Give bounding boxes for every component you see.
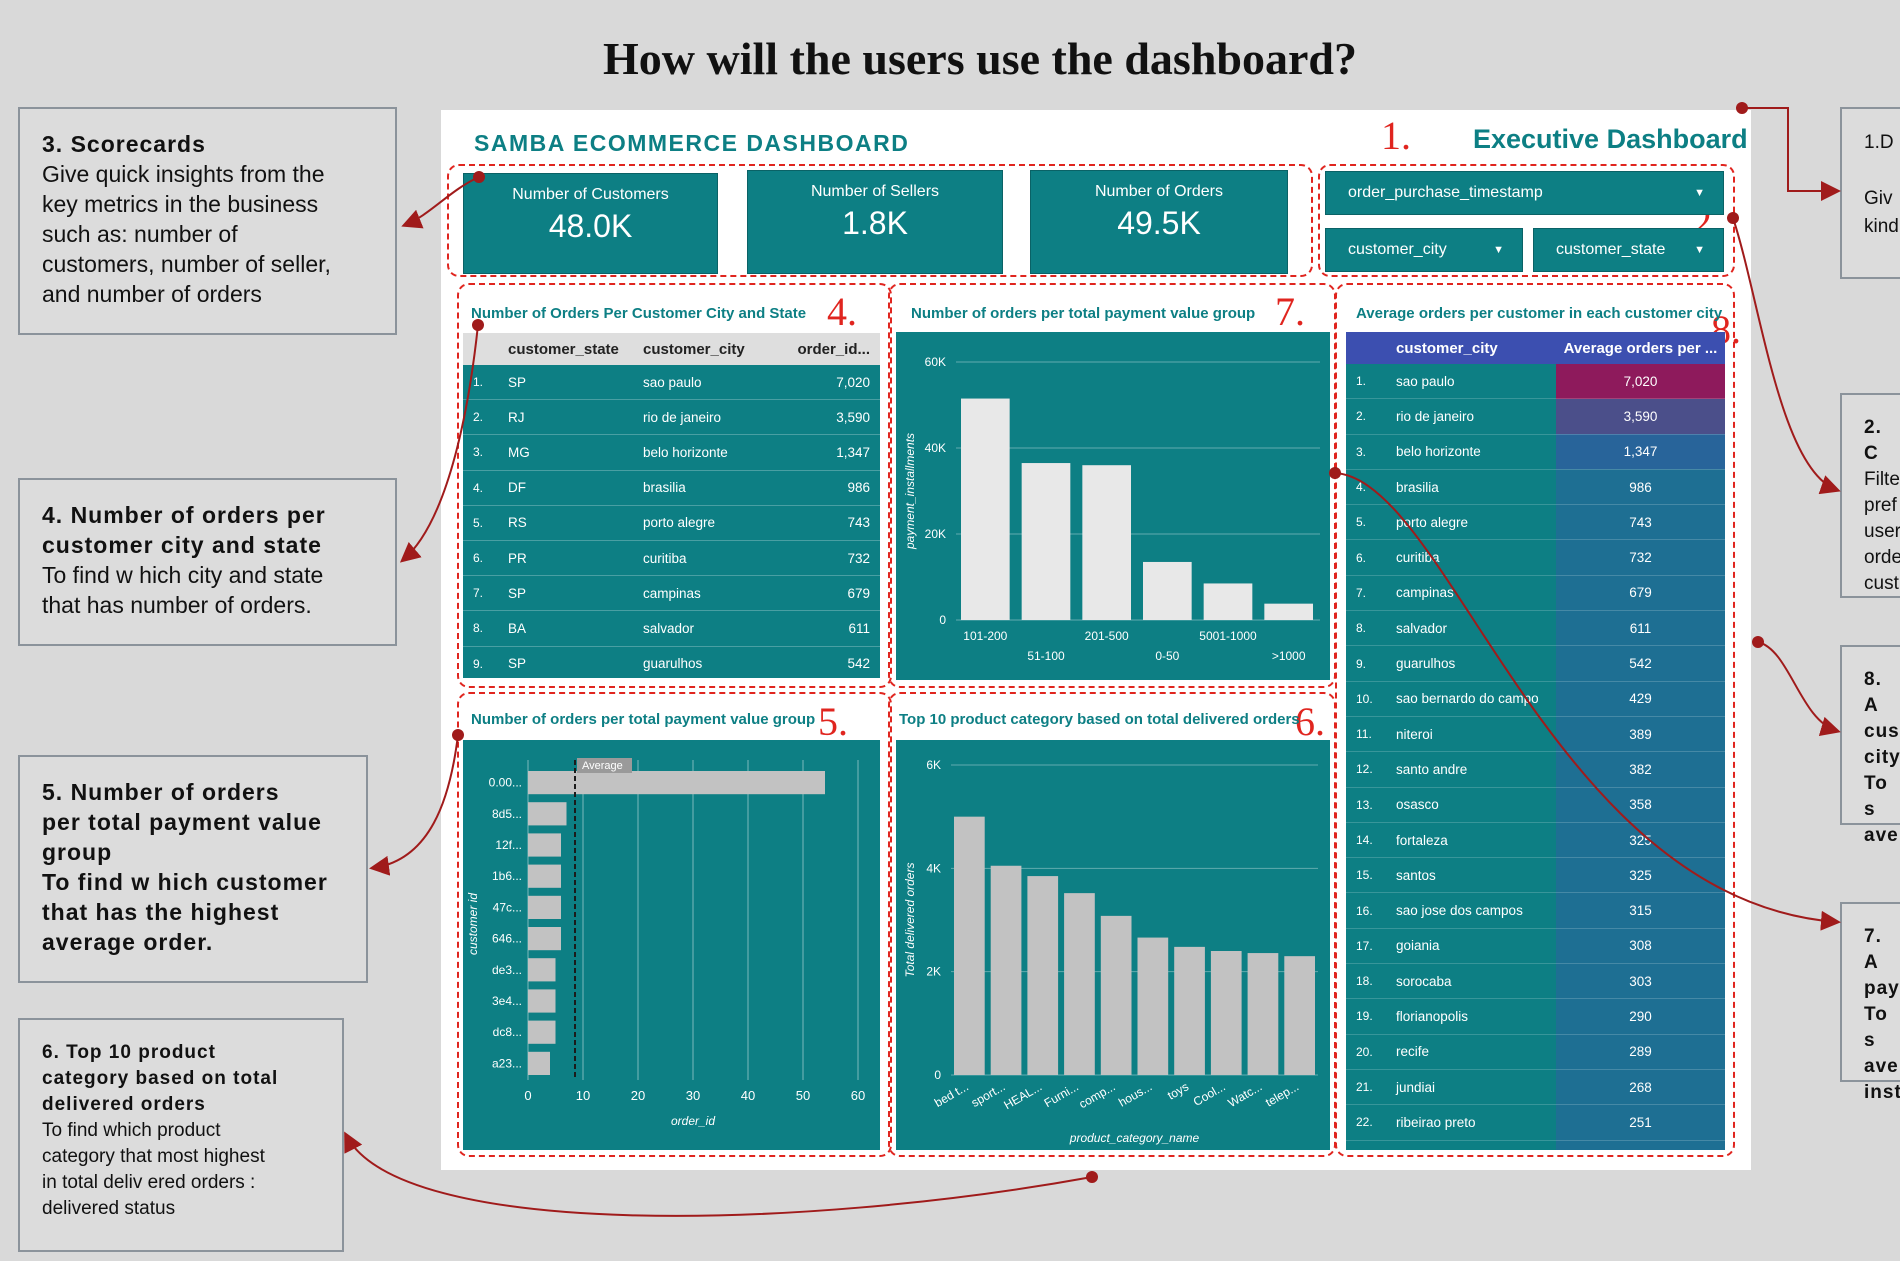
arrow-payment-installments: [1334, 472, 1841, 931]
arrow-top-categories: [344, 1131, 1093, 1217]
arrow-dot: [1752, 636, 1764, 648]
arrow-filters: [1732, 217, 1841, 495]
arrow-avg-orders: [1757, 641, 1841, 736]
arrow-dot: [472, 319, 484, 331]
arrow-dot: [1329, 467, 1341, 479]
arrow-scorecards: [401, 176, 480, 229]
arrow-dot: [1727, 212, 1739, 224]
arrow-dot: [1086, 1171, 1098, 1183]
arrow-customer-chart: [369, 734, 459, 876]
connector-arrows: [344, 102, 1841, 1217]
arrow-dot: [473, 171, 485, 183]
arrow-dashboard: [1742, 107, 1841, 201]
arrow-city-table: [399, 324, 479, 563]
arrow-dot: [452, 729, 464, 741]
arrow-dot: [1736, 102, 1748, 114]
